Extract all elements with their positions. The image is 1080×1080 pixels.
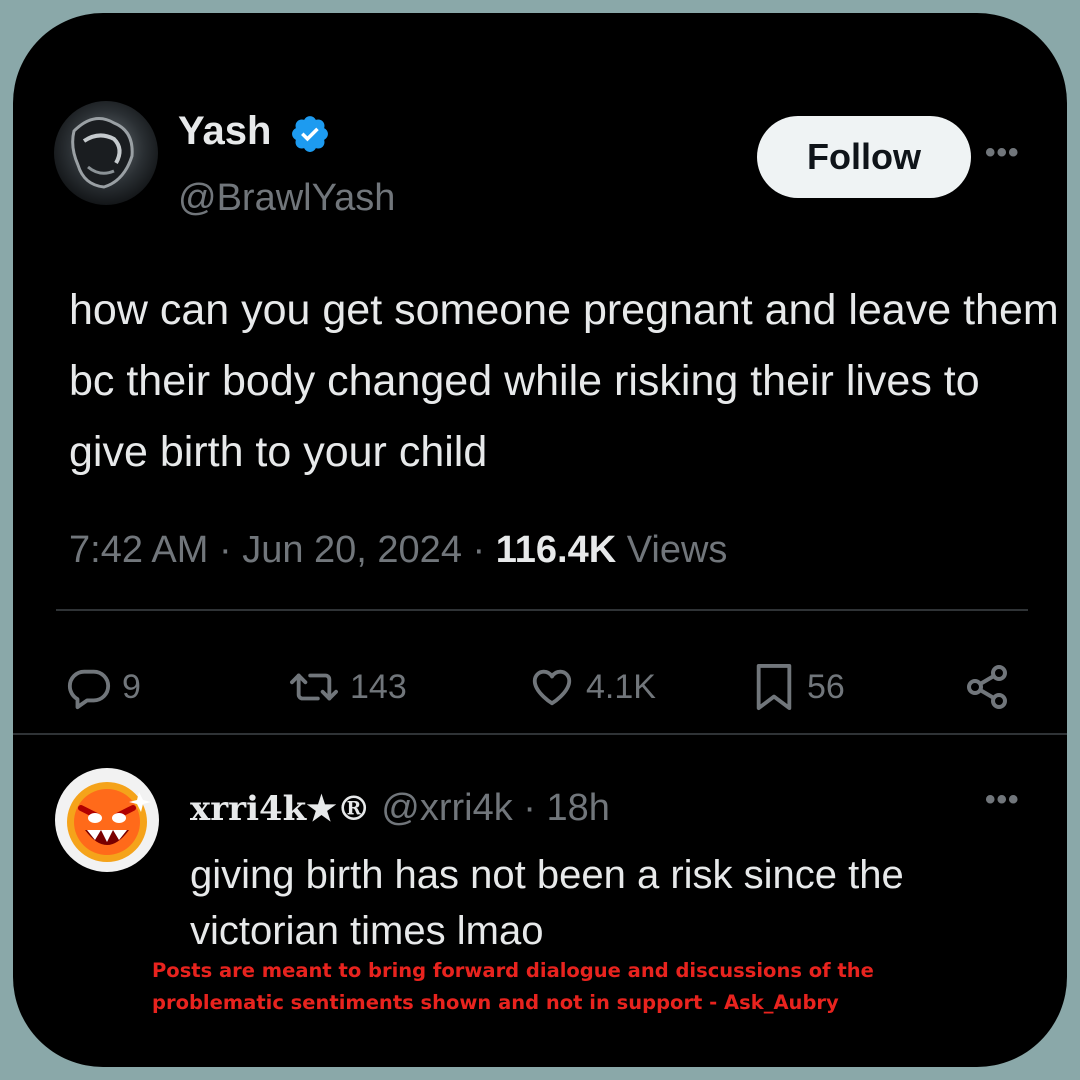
views-count[interactable]: 116.4K	[496, 529, 616, 571]
repost-icon	[288, 664, 350, 710]
repost-button[interactable]: 143	[288, 659, 407, 715]
meta-divider	[56, 609, 1028, 611]
reply-timestamp[interactable]: 18h	[547, 787, 610, 829]
share-button[interactable]	[963, 659, 1021, 715]
more-icon[interactable]: •••	[985, 136, 1020, 170]
author-name-text[interactable]: Yash	[178, 109, 271, 153]
reply-author-name[interactable]: xrri4k★®	[190, 789, 371, 829]
like-count: 4.1K	[586, 667, 656, 706]
bookmark-button[interactable]: 56	[751, 659, 845, 715]
reply-more-icon[interactable]: •••	[985, 783, 1020, 817]
reply-separator: ·	[512, 787, 547, 829]
tweet-text: how can you get someone pregnant and lea…	[69, 286, 1059, 476]
bookmark-icon	[751, 662, 807, 712]
tweet-meta: 7:42 AM · Jun 20, 2024 · 116.4K Views	[69, 529, 727, 572]
like-icon	[528, 664, 586, 710]
tweet-date[interactable]: Jun 20, 2024	[242, 529, 462, 571]
meta-separator: ·	[461, 529, 496, 571]
author-handle[interactable]: @BrawlYash	[178, 177, 395, 220]
bookmark-count: 56	[807, 667, 845, 706]
author-avatar[interactable]	[54, 101, 158, 205]
share-icon	[963, 663, 1021, 711]
reply-text: giving birth has not been a risk since t…	[190, 853, 904, 953]
disclaimer-text: Posts are meant to bring forward dialogu…	[152, 959, 874, 1014]
reply-author-handle[interactable]: @xrri4k	[381, 787, 512, 829]
views-label[interactable]: Views	[616, 529, 728, 571]
reply-icon	[66, 664, 122, 710]
repost-count: 143	[350, 667, 407, 706]
verified-badge-icon	[289, 113, 331, 160]
reply-avatar[interactable]	[55, 768, 159, 872]
follow-button[interactable]: Follow	[757, 116, 971, 198]
meta-separator: ·	[208, 529, 243, 571]
reply-count: 9	[122, 667, 141, 706]
reply-header: xrri4k★® @xrri4k · 18h	[190, 787, 610, 830]
reply-divider	[13, 733, 1067, 735]
like-button[interactable]: 4.1K	[528, 659, 656, 715]
author-name[interactable]: Yash	[178, 109, 271, 154]
reply-button[interactable]: 9	[66, 659, 141, 715]
screenshot-card: Yash @BrawlYash Follow ••• how can you g…	[13, 13, 1067, 1067]
tweet-time[interactable]: 7:42 AM	[69, 529, 208, 571]
